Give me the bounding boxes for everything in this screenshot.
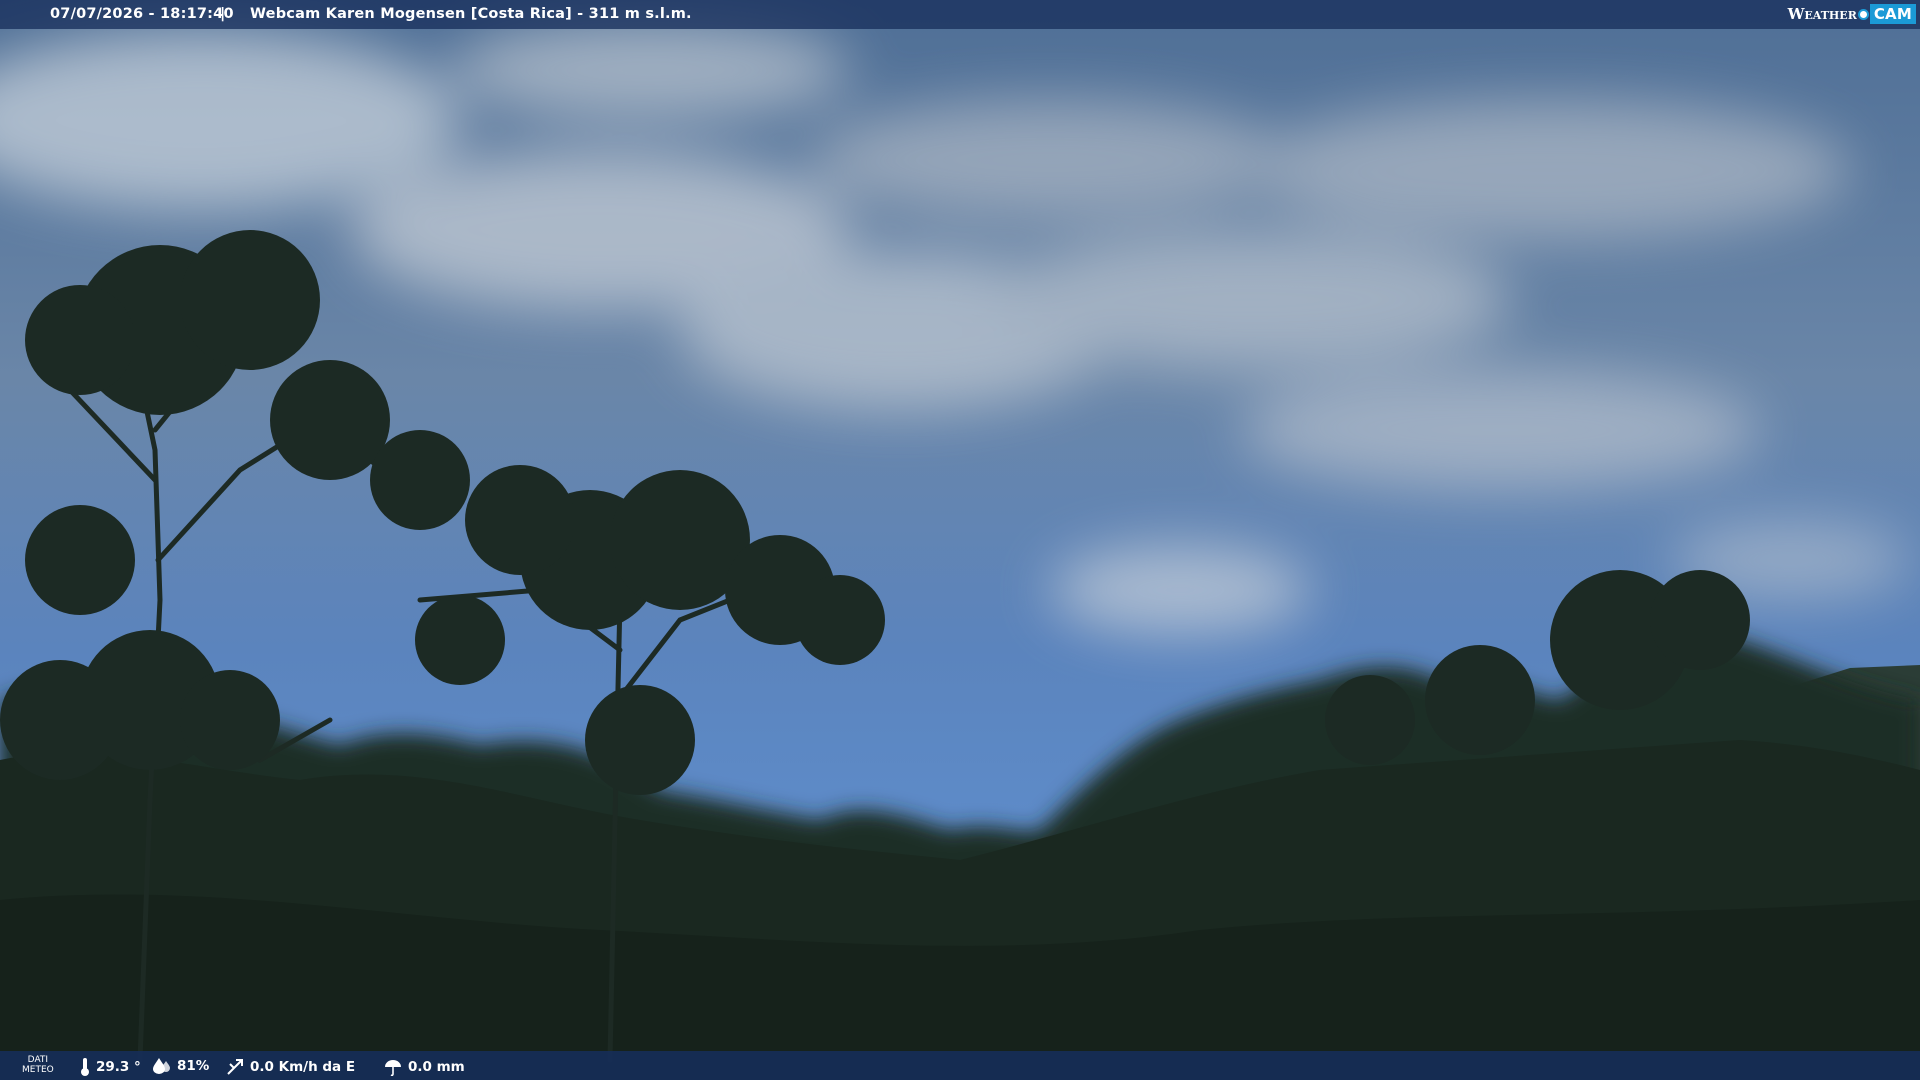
temperature-value: 29.3 ° (96, 1059, 141, 1075)
logo-text-weather: Weather (1787, 5, 1857, 23)
rain-value: 0.0 mm (408, 1059, 465, 1075)
humidity-icon (153, 1058, 170, 1074)
weather-data-label: DATI METEO (22, 1055, 54, 1075)
separator: | (220, 6, 226, 22)
weather-label-line1: DATI (27, 1055, 49, 1065)
webcam-image (0, 0, 1920, 1080)
wind-value: 0.0 Km/h da E (250, 1059, 356, 1075)
webcam-title: Webcam Karen Mogensen [Costa Rica] - 311… (250, 6, 692, 22)
humidity-value: 81% (177, 1058, 210, 1074)
humidity-stat: 81% (153, 1058, 209, 1074)
weathercam-logo: Weather CAM (1788, 3, 1916, 25)
thermometer-icon (81, 1058, 89, 1076)
logo-dot-icon (1857, 8, 1869, 20)
top-info-bar: 07/07/2026 - 18:17:40 | Webcam Karen Mog… (0, 0, 1920, 29)
timestamp: 07/07/2026 - 18:17:40 (50, 6, 234, 22)
rain-icon (385, 1060, 401, 1076)
temperature-stat: 29.3 ° (80, 1058, 141, 1076)
wind-stat: 0.0 Km/h da E (226, 1058, 355, 1076)
rain-stat: 0.0 mm (384, 1058, 465, 1076)
logo-text-cam: CAM (1869, 4, 1916, 24)
weather-label-line2: METEO (22, 1065, 54, 1075)
bottom-weather-bar: DATI METEO 29.3 ° 81% 0.0 Km/h da E 0.0 … (0, 1051, 1920, 1080)
wind-icon (227, 1059, 243, 1075)
